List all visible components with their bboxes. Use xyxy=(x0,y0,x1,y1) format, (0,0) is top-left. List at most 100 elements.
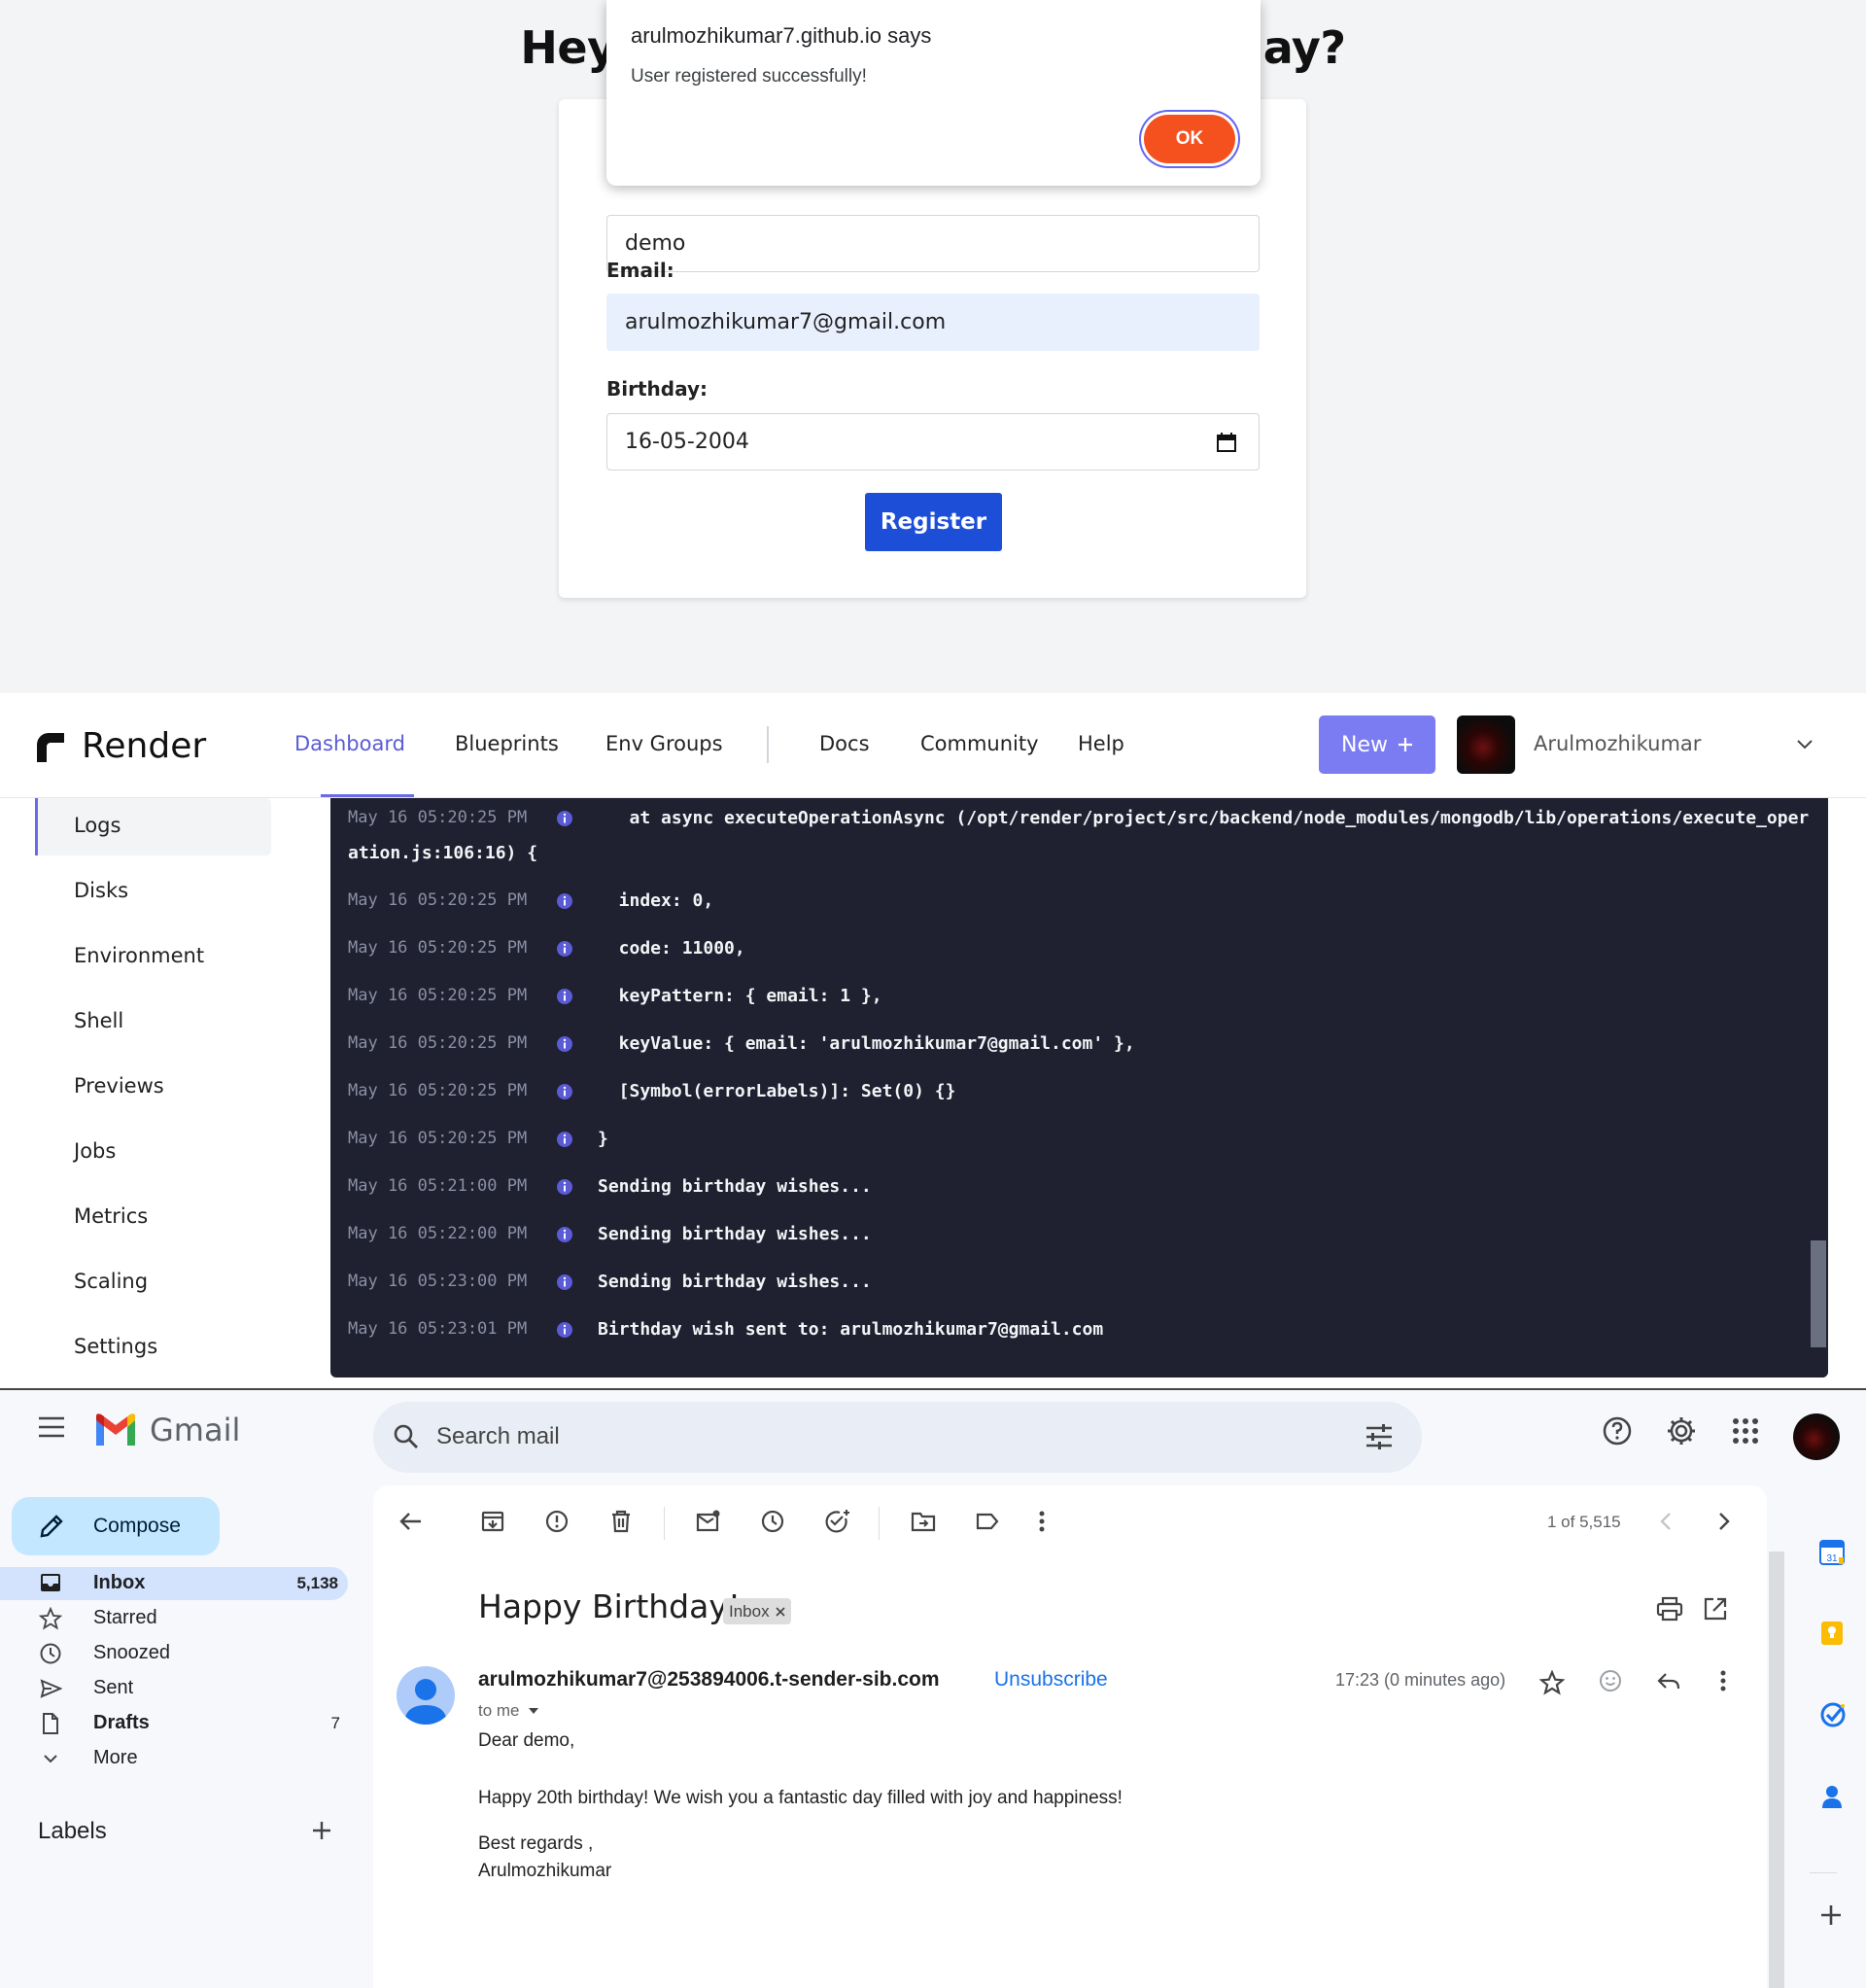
new-button[interactable]: New xyxy=(1319,715,1435,774)
chevron-down-icon[interactable] xyxy=(1796,739,1814,750)
message-scrollbar[interactable] xyxy=(1769,1552,1784,1988)
contacts-icon[interactable] xyxy=(1819,1783,1845,1810)
render-brand: Render xyxy=(82,726,207,766)
sidebar-item-shell[interactable]: Shell xyxy=(74,1009,123,1032)
sidebar-item-logs[interactable]: Logs xyxy=(74,814,121,837)
birthday-label: Birthday: xyxy=(606,377,708,401)
emoji-reaction-icon[interactable] xyxy=(1598,1668,1623,1693)
nav-blueprints[interactable]: Blueprints xyxy=(455,732,559,755)
nav-community[interactable]: Community xyxy=(920,732,1039,755)
menu-icon[interactable] xyxy=(37,1415,66,1439)
nav-label: Inbox xyxy=(93,1572,146,1593)
add-addon-icon[interactable] xyxy=(1819,1903,1843,1927)
caret-down-icon xyxy=(528,1708,538,1714)
gmail-app: Gmail Compose Inbox 5,138 Starred xyxy=(0,1388,1866,1988)
nav-dashboard[interactable]: Dashboard xyxy=(294,732,405,755)
log-viewer[interactable]: May 16 05:20:25 PM at async executeOpera… xyxy=(330,798,1828,1378)
nav-item-inbox[interactable]: Inbox 5,138 xyxy=(0,1567,350,1600)
log-line: ation.js:106:16) { xyxy=(330,843,1788,889)
registration-page: Hey, Can we know your birthday? demo Ema… xyxy=(0,0,1866,693)
inbox-tag-label: Inbox xyxy=(729,1601,770,1621)
sidebar-item-previews[interactable]: Previews xyxy=(74,1074,164,1098)
nav-item-drafts[interactable]: Drafts 7 xyxy=(0,1707,350,1740)
sidebar-item-environment[interactable]: Environment xyxy=(74,944,204,967)
more-vert-icon[interactable] xyxy=(1718,1668,1728,1693)
log-timestamp: May 16 05:20:25 PM xyxy=(348,1033,528,1053)
inbox-tag[interactable]: Inbox xyxy=(723,1598,791,1624)
archive-icon[interactable] xyxy=(480,1509,505,1534)
calendar-icon[interactable] xyxy=(1216,432,1237,453)
sender-address: arulmozhikumar7@253894006.t-sender-sib.c… xyxy=(478,1668,940,1691)
nav-item-snoozed[interactable]: Snoozed xyxy=(0,1637,350,1670)
apps-grid-icon[interactable] xyxy=(1732,1417,1759,1445)
log-message: Sending birthday wishes... xyxy=(598,1272,872,1292)
nav-count: 7 xyxy=(330,1714,340,1732)
avatar[interactable] xyxy=(1457,715,1515,774)
pagination-label: 1 of 5,515 xyxy=(1547,1513,1621,1531)
sidebar-item-scaling[interactable]: Scaling xyxy=(74,1270,148,1293)
open-new-window-icon[interactable] xyxy=(1703,1596,1728,1622)
log-scrollbar[interactable] xyxy=(1809,798,1828,1378)
info-icon xyxy=(556,1178,573,1196)
log-scrollbar-thumb[interactable] xyxy=(1811,1240,1826,1347)
prev-icon[interactable] xyxy=(1656,1509,1676,1534)
label-icon[interactable] xyxy=(975,1509,1000,1534)
log-message: } xyxy=(598,1129,608,1149)
body-greeting: Dear demo, xyxy=(478,1730,575,1751)
nav-env-groups[interactable]: Env Groups xyxy=(605,732,723,755)
more-vert-icon[interactable] xyxy=(1037,1509,1047,1534)
ok-button[interactable]: OK xyxy=(1144,115,1235,163)
tasks-icon[interactable] xyxy=(1819,1701,1847,1728)
settings-gear-icon[interactable] xyxy=(1666,1415,1697,1447)
pencil-icon xyxy=(39,1514,64,1539)
register-button[interactable]: Register xyxy=(865,493,1002,551)
nav-help[interactable]: Help xyxy=(1078,732,1124,755)
calendar-icon[interactable]: 31 xyxy=(1819,1538,1845,1565)
render-logo[interactable]: Render xyxy=(35,726,206,766)
add-task-icon[interactable] xyxy=(824,1509,851,1534)
help-icon[interactable] xyxy=(1602,1415,1633,1447)
log-timestamp: May 16 05:21:00 PM xyxy=(348,1176,528,1196)
report-spam-icon[interactable] xyxy=(544,1509,570,1534)
next-icon[interactable] xyxy=(1714,1509,1734,1534)
print-icon[interactable] xyxy=(1656,1596,1683,1622)
mark-unread-icon[interactable] xyxy=(696,1509,721,1534)
search-options-icon[interactable] xyxy=(1365,1423,1394,1450)
keep-icon[interactable] xyxy=(1819,1620,1845,1647)
info-icon xyxy=(556,810,573,827)
search-input[interactable] xyxy=(436,1419,1311,1454)
close-icon[interactable] xyxy=(776,1606,785,1617)
reply-icon[interactable] xyxy=(1656,1670,1681,1693)
star-icon[interactable] xyxy=(1539,1670,1565,1695)
delete-icon[interactable] xyxy=(608,1509,634,1534)
nav-item-more[interactable]: More xyxy=(0,1742,350,1775)
snooze-icon[interactable] xyxy=(760,1509,785,1534)
inbox-icon xyxy=(39,1572,62,1593)
gmail-m-icon xyxy=(96,1413,135,1446)
nav-item-starred[interactable]: Starred xyxy=(0,1602,350,1635)
sidebar-item-disks[interactable]: Disks xyxy=(74,879,128,902)
new-button-label: New xyxy=(1341,732,1388,757)
back-arrow-icon[interactable] xyxy=(398,1509,424,1534)
sidebar-item-settings[interactable]: Settings xyxy=(74,1335,157,1358)
info-icon xyxy=(556,892,573,910)
move-to-icon[interactable] xyxy=(911,1509,936,1534)
recipient-label: to me xyxy=(478,1701,520,1720)
email-field[interactable]: arulmozhikumar7@gmail.com xyxy=(606,294,1260,351)
unsubscribe-link[interactable]: Unsubscribe xyxy=(994,1668,1108,1692)
sidebar-item-metrics[interactable]: Metrics xyxy=(74,1204,148,1228)
add-label-icon[interactable] xyxy=(311,1820,332,1841)
name-field[interactable]: demo xyxy=(606,215,1260,272)
compose-button[interactable]: Compose xyxy=(12,1497,220,1555)
sidebar-item-jobs[interactable]: Jobs xyxy=(74,1139,116,1163)
recipient-details[interactable]: to me xyxy=(478,1701,539,1721)
birthday-field[interactable]: 16-05-2004 xyxy=(606,413,1260,471)
nav-docs[interactable]: Docs xyxy=(819,732,870,755)
search-icon[interactable] xyxy=(393,1423,420,1450)
log-timestamp: May 16 05:20:25 PM xyxy=(348,1129,528,1148)
log-line: May 16 05:23:00 PM Sending birthday wish… xyxy=(330,1272,1788,1318)
search-bar[interactable] xyxy=(373,1402,1422,1473)
gmail-logo[interactable]: Gmail xyxy=(93,1412,240,1448)
account-avatar[interactable] xyxy=(1793,1413,1840,1460)
nav-item-sent[interactable]: Sent xyxy=(0,1672,350,1705)
